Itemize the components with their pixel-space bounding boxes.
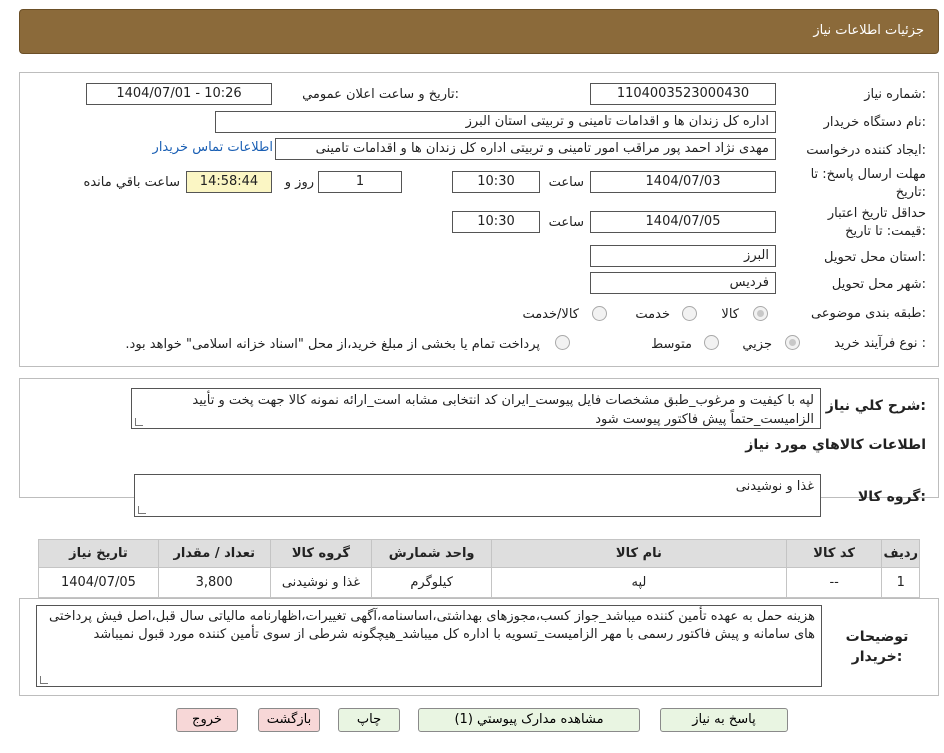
category-goods-radio[interactable] [753, 306, 768, 321]
cell-row: 1 [881, 567, 920, 598]
treasury-payment-checkbox[interactable] [555, 335, 570, 350]
page-title: جزئیات اطلاعات نیاز [813, 23, 924, 38]
cell-date: 1404/07/05 [38, 567, 159, 598]
category-goods-label: کالا [721, 307, 739, 322]
process-label: نوع فرآیند خرید : [834, 336, 926, 351]
announce-date-label: تاریخ و ساعت اعلان عمومي: [302, 87, 459, 102]
province-field[interactable]: البرز [590, 245, 776, 267]
col-row: ردیف [881, 539, 920, 568]
validity-time-field[interactable]: 10:30 [452, 211, 540, 233]
deadline-time-label: ساعت [548, 175, 584, 190]
buyer-contact-link[interactable]: اطلاعات تماس خریدار [153, 140, 273, 155]
goods-section-title: اطلاعات کالاهاي مورد نیاز [745, 437, 926, 453]
description-text: لپه با کیفیت و مرغوب_طبق مشخصات فایل پیو… [192, 393, 814, 427]
reply-button[interactable]: پاسخ به نیاز [660, 708, 788, 732]
goods-table: ردیف کد کالا نام کالا واحد شمارش گروه کا… [38, 539, 920, 598]
validity-label: حداقل تاریخ اعتبار قیمت: تا تاریخ: [827, 206, 926, 239]
resize-handle-icon[interactable] [40, 676, 48, 684]
page-header: جزئیات اطلاعات نیاز [19, 9, 939, 54]
description-label: شرح کلي نیاز: [825, 398, 926, 414]
treasury-note: پرداخت تمام یا بخشی از مبلغ خرید،از محل … [125, 337, 540, 352]
description-textarea[interactable]: لپه با کیفیت و مرغوب_طبق مشخصات فایل پیو… [131, 388, 821, 429]
validity-date-field[interactable]: 1404/07/05 [590, 211, 776, 233]
requester-label: ایجاد کننده درخواست: [806, 143, 926, 158]
buyer-notes-text: هزینه حمل به عهده تأمین کننده میباشد_جوا… [49, 609, 815, 642]
category-goods-service-radio[interactable] [592, 306, 607, 321]
days-field[interactable]: 1 [318, 171, 402, 193]
validity-time-label: ساعت [548, 215, 584, 230]
buyer-notes-label: توضیحات خریدار: [845, 629, 909, 665]
remaining-label: ساعت باقي مانده [83, 175, 180, 190]
cell-name: لپه [491, 567, 787, 598]
buyer-org-label: نام دستگاه خریدار: [823, 115, 926, 130]
exit-button[interactable]: خروج [176, 708, 238, 732]
buyer-org-field[interactable]: اداره کل زندان ها و اقدامات تامینی و ترب… [215, 111, 776, 133]
requester-field[interactable]: مهدی نژاد احمد پور مراقب امور تامینی و ت… [275, 138, 776, 160]
need-number-label: شماره نیاز: [864, 87, 926, 102]
deadline-label: مهلت ارسال پاسخ: تا تاریخ: [810, 167, 926, 200]
table-row[interactable]: 1 -- لپه کیلوگرم غذا و نوشیدنی 3,800 140… [38, 567, 920, 598]
category-goods-service-label: کالا/خدمت [522, 307, 579, 322]
table-header-row: ردیف کد کالا نام کالا واحد شمارش گروه کا… [38, 539, 920, 568]
goods-group-value: غذا و نوشیدنی [735, 479, 814, 494]
process-minor-label: جزیي [742, 337, 772, 352]
province-label: استان محل تحویل: [824, 250, 926, 265]
need-number-field[interactable]: 1104003523000430 [590, 83, 776, 105]
deadline-date-field[interactable]: 1404/07/03 [590, 171, 776, 193]
days-label: روز و [284, 175, 314, 190]
print-button[interactable]: چاپ [338, 708, 400, 732]
city-label: شهر محل تحویل: [831, 277, 926, 292]
process-medium-radio[interactable] [704, 335, 719, 350]
cell-unit: کیلوگرم [371, 567, 492, 598]
goods-group-textarea[interactable]: غذا و نوشیدنی [134, 474, 821, 517]
city-field[interactable]: فردیس [590, 272, 776, 294]
category-service-radio[interactable] [682, 306, 697, 321]
resize-handle-icon[interactable] [135, 418, 143, 426]
col-unit: واحد شمارش [371, 539, 492, 568]
col-group: گروه کالا [269, 539, 373, 568]
deadline-time-field[interactable]: 10:30 [452, 171, 540, 193]
remaining-time-field: 14:58:44 [186, 171, 272, 193]
category-label: طبقه بندی موضوعی: [810, 306, 926, 321]
back-button[interactable]: بازگشت [258, 708, 320, 732]
cell-code: -- [785, 567, 883, 598]
process-medium-label: متوسط [651, 337, 692, 352]
process-minor-radio[interactable] [785, 335, 800, 350]
col-name: نام کالا [491, 539, 787, 568]
cell-quantity: 3,800 [157, 567, 271, 598]
buyer-notes-textarea[interactable]: هزینه حمل به عهده تأمین کننده میباشد_جوا… [36, 605, 822, 687]
col-code: کد کالا [785, 539, 883, 568]
cell-group: غذا و نوشیدنی [269, 567, 373, 598]
col-date: تاریخ نیاز [38, 539, 159, 568]
resize-handle-icon[interactable] [138, 506, 146, 514]
goods-group-label: گروه کالا: [857, 489, 926, 505]
view-attachments-button[interactable]: مشاهده مدارک پیوستي (1) [418, 708, 640, 732]
announce-date-field[interactable]: 1404/07/01 - 10:26 [86, 83, 272, 105]
col-quantity: تعداد / مقدار [157, 539, 271, 568]
category-service-label: خدمت [635, 307, 670, 322]
